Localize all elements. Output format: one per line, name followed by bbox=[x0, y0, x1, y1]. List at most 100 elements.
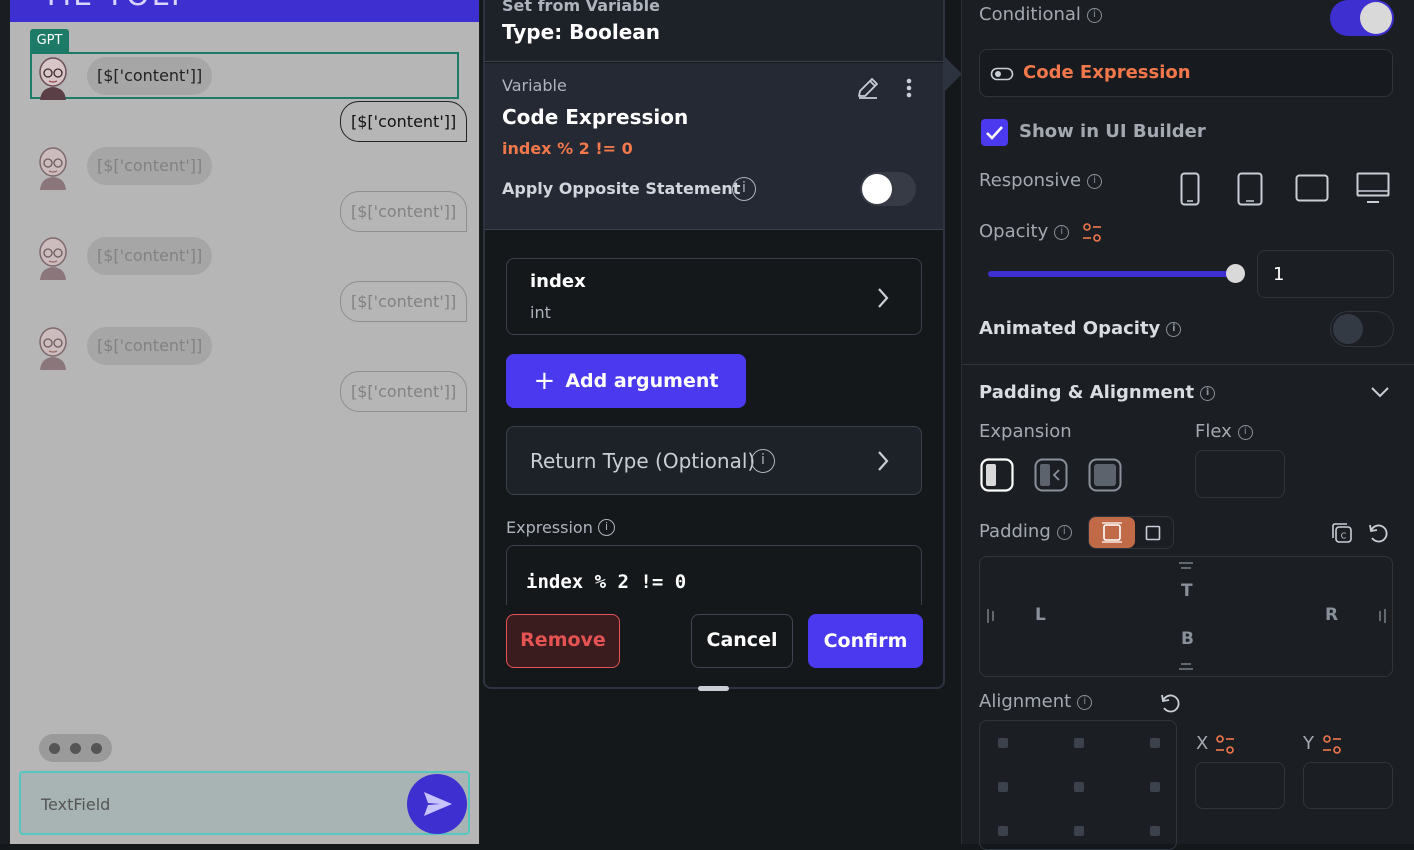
opacity-slider[interactable] bbox=[988, 271, 1236, 277]
avatar bbox=[39, 327, 67, 370]
properties-panel: Conditional i Code Expression Show in UI … bbox=[961, 0, 1414, 850]
expansion-expanded-icon[interactable] bbox=[1088, 458, 1122, 492]
app-preview: TIE TOLT GPT bbox=[0, 0, 480, 844]
widget-tag: GPT bbox=[30, 29, 69, 52]
align-y-input[interactable] bbox=[1303, 762, 1393, 809]
opacity-input[interactable]: 1 bbox=[1257, 250, 1394, 298]
tablet-landscape-icon[interactable] bbox=[1295, 174, 1329, 202]
padding-individual-option[interactable] bbox=[1089, 517, 1135, 548]
type-label: Type: Boolean bbox=[502, 20, 661, 44]
padding-top[interactable]: T bbox=[1181, 581, 1193, 601]
chat-bubble-sent[interactable]: [$['content']] bbox=[340, 371, 468, 412]
expansion-label: Expansion bbox=[979, 421, 1072, 442]
apply-opposite-label: Apply Opposite Statement bbox=[502, 179, 741, 198]
chevron-down-icon[interactable] bbox=[1370, 385, 1390, 399]
avatar bbox=[39, 237, 67, 280]
apply-opposite-toggle[interactable] bbox=[860, 172, 916, 206]
opacity-label: Opacity i bbox=[979, 221, 1070, 242]
expression-label: Expression bbox=[506, 518, 593, 537]
return-type-row[interactable]: Return Type (Optional) i bbox=[506, 426, 922, 495]
variable-section: Variable Code Expression index % 2 != 0 … bbox=[485, 63, 943, 230]
app-bar[interactable]: TIE TOLT bbox=[10, 0, 479, 22]
expression-code[interactable]: index % 2 != 0 bbox=[526, 571, 686, 593]
expression-editor[interactable]: index % 2 != 0 bbox=[506, 545, 922, 605]
add-argument-button[interactable]: + Add argument bbox=[506, 354, 746, 408]
chat-bubble-sent[interactable]: [$['content']] bbox=[340, 191, 468, 232]
conditional-label: Conditional i bbox=[979, 4, 1102, 25]
tune-icon[interactable] bbox=[1081, 222, 1103, 244]
confirm-button[interactable]: Confirm bbox=[808, 614, 923, 668]
padding-bottom[interactable]: B bbox=[1181, 629, 1194, 649]
chat-bubble-received[interactable]: [$['content']] bbox=[87, 57, 213, 95]
conditional-toggle[interactable] bbox=[1330, 0, 1394, 36]
padding-alignment-header[interactable]: Padding & Alignment i bbox=[979, 382, 1216, 403]
svg-text:C: C bbox=[1341, 532, 1347, 541]
set-condition-dialog: Set from Variable Type: Boolean Variable… bbox=[483, 0, 945, 691]
remove-button[interactable]: Remove bbox=[506, 614, 620, 668]
align-x-input[interactable] bbox=[1195, 762, 1285, 809]
conditional-value-chip[interactable]: Code Expression bbox=[979, 49, 1393, 97]
typing-indicator bbox=[39, 734, 112, 762]
animated-opacity-toggle[interactable] bbox=[1330, 311, 1394, 347]
flex-label: Flex i bbox=[1195, 421, 1253, 442]
chat-bubble-received[interactable]: [$['content']] bbox=[87, 147, 213, 185]
padding-right[interactable]: R bbox=[1325, 605, 1338, 625]
reset-icon[interactable] bbox=[1366, 521, 1390, 545]
tablet-icon[interactable] bbox=[1237, 172, 1263, 206]
textfield-placeholder: TextField bbox=[41, 795, 111, 814]
argument-card-index[interactable]: index int bbox=[506, 258, 922, 335]
alignment-grid[interactable] bbox=[979, 720, 1177, 850]
toggle-icon bbox=[990, 67, 1014, 81]
argument-type: int bbox=[530, 303, 551, 322]
padding-editor[interactable]: T L R B bbox=[979, 556, 1393, 677]
message-textfield[interactable]: TextField bbox=[19, 771, 470, 835]
more-vert-icon[interactable] bbox=[899, 75, 919, 101]
conditional-value: Code Expression bbox=[1023, 62, 1191, 83]
app-title: TIE TOLT bbox=[42, 0, 187, 13]
padding-sides-icon bbox=[1102, 522, 1122, 543]
section-divider bbox=[962, 364, 1414, 365]
cancel-button[interactable]: Cancel bbox=[691, 614, 793, 668]
resize-handle[interactable] bbox=[698, 686, 729, 691]
responsive-label: Responsive i bbox=[979, 170, 1103, 191]
chat-bubble-sent[interactable]: [$['content']] bbox=[340, 281, 468, 322]
avatar bbox=[39, 57, 67, 100]
reset-icon[interactable] bbox=[1158, 691, 1182, 715]
opacity-slider-thumb[interactable] bbox=[1226, 264, 1245, 283]
chevron-right-icon bbox=[878, 288, 889, 308]
alignment-label: Alignment i bbox=[979, 691, 1093, 712]
animated-opacity-label: Animated Opacity i bbox=[979, 318, 1182, 339]
send-button[interactable] bbox=[407, 774, 467, 834]
info-icon[interactable]: i bbox=[751, 449, 775, 473]
variable-name: Code Expression bbox=[502, 105, 689, 129]
expression-summary: index % 2 != 0 bbox=[502, 139, 633, 158]
show-in-builder-checkbox[interactable] bbox=[981, 119, 1008, 146]
variable-label: Variable bbox=[502, 76, 567, 95]
dialog-header: Set from Variable Type: Boolean bbox=[485, 0, 943, 62]
check-icon bbox=[986, 126, 1003, 140]
chat-bubble-received[interactable]: [$['content']] bbox=[87, 327, 213, 365]
plus-icon: + bbox=[533, 366, 556, 396]
phone-icon[interactable] bbox=[1180, 172, 1200, 206]
chat-bubble-sent[interactable]: [$['content']] bbox=[340, 101, 468, 142]
show-in-builder-label: Show in UI Builder bbox=[1019, 121, 1206, 142]
padding-mode-toggle[interactable] bbox=[1088, 516, 1174, 549]
padding-left[interactable]: L bbox=[1035, 605, 1046, 625]
edit-icon[interactable] bbox=[855, 75, 881, 101]
desktop-icon[interactable] bbox=[1356, 172, 1390, 204]
tune-icon[interactable] bbox=[1214, 734, 1236, 756]
info-icon: i bbox=[1086, 7, 1102, 23]
tune-icon[interactable] bbox=[1321, 734, 1343, 756]
phone-canvas[interactable]: TIE TOLT GPT bbox=[10, 0, 479, 844]
info-icon[interactable]: i bbox=[598, 519, 615, 536]
copy-icon[interactable]: C bbox=[1330, 521, 1354, 545]
expansion-flexible-icon[interactable] bbox=[980, 458, 1014, 492]
return-type-label: Return Type (Optional) bbox=[530, 449, 756, 473]
chevron-right-icon bbox=[878, 451, 889, 471]
info-icon[interactable]: i bbox=[732, 177, 756, 201]
padding-label: Padding i bbox=[979, 521, 1072, 542]
expansion-tight-icon[interactable] bbox=[1034, 458, 1068, 492]
flex-input[interactable] bbox=[1195, 450, 1285, 498]
chat-bubble-received[interactable]: [$['content']] bbox=[87, 237, 213, 275]
send-icon bbox=[424, 792, 452, 816]
